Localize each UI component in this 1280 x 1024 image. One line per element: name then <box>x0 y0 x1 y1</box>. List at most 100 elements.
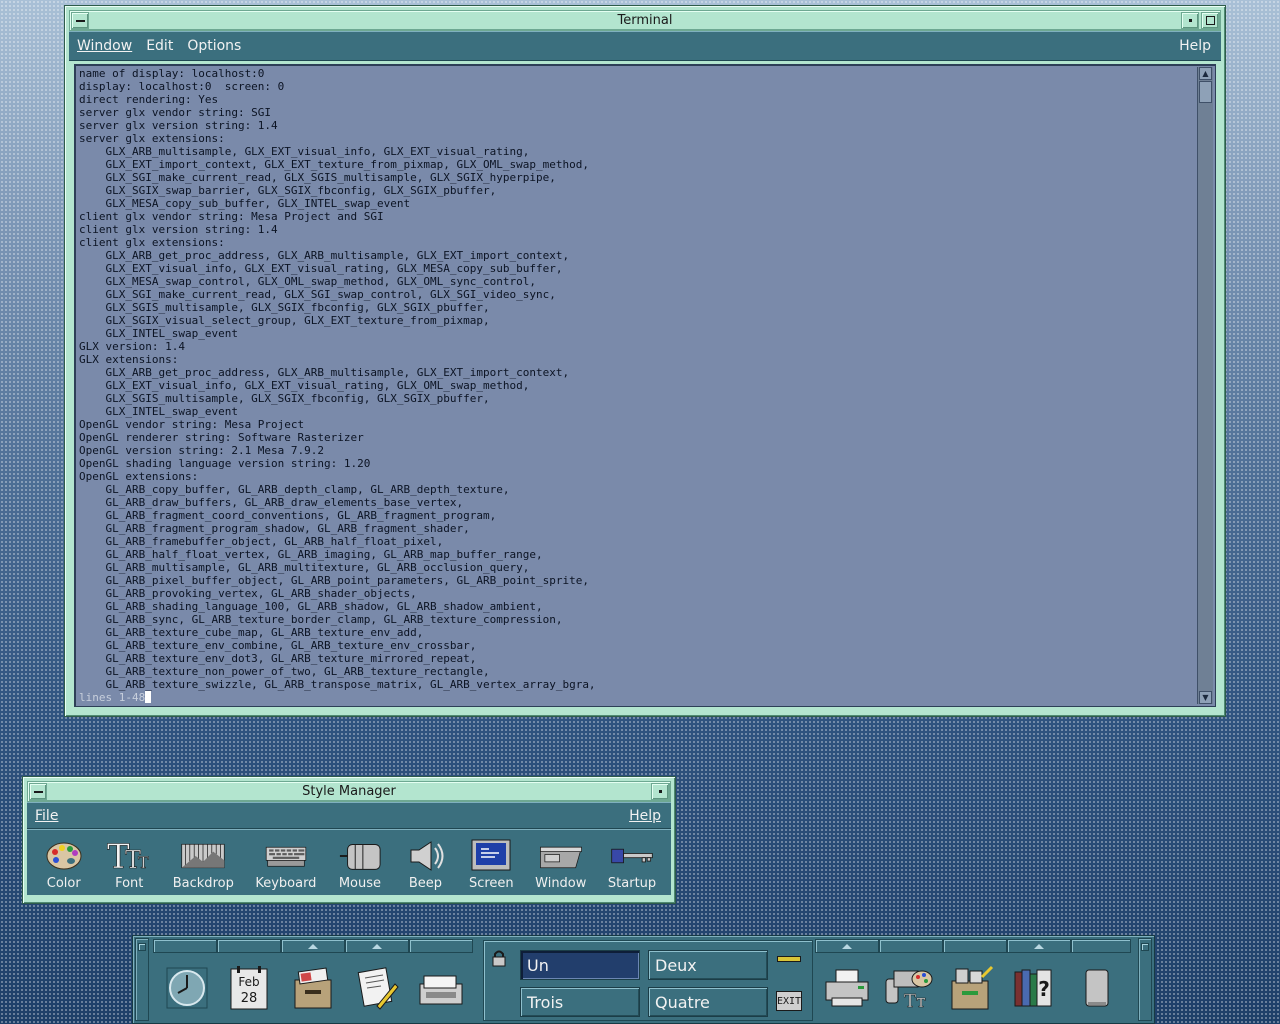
scroll-down-icon[interactable]: ▼ <box>1199 691 1212 704</box>
svg-text:T: T <box>138 853 149 872</box>
workspace-trois[interactable]: Trois <box>520 987 640 1017</box>
menu-window[interactable]: Window <box>77 38 132 54</box>
scroll-up-icon[interactable]: ▲ <box>1199 67 1212 80</box>
menu-options[interactable]: Options <box>187 38 241 54</box>
subpanel-tab-printer[interactable] <box>815 939 879 953</box>
help-glyph: ? <box>1038 977 1050 1001</box>
terminal-line: OpenGL extensions: <box>79 470 199 483</box>
sm-keyboard-button[interactable]: Keyboard <box>255 838 316 891</box>
subpanel-tab-editor[interactable] <box>345 939 409 953</box>
workspace-quatre[interactable]: Quatre <box>648 987 768 1017</box>
sm-beep-button[interactable]: Beep <box>403 838 447 891</box>
maximize-button[interactable] <box>1201 12 1219 29</box>
window-menu-icon <box>33 790 43 793</box>
subpanel-arrow-icon <box>1034 943 1044 949</box>
calendar-button[interactable]: Feb 28 <box>219 958 279 1018</box>
window-menu-icon <box>75 19 85 22</box>
subpanel-tab-calendar[interactable] <box>217 939 281 953</box>
menu-edit[interactable]: Edit <box>146 38 173 54</box>
clock-button[interactable] <box>157 958 217 1018</box>
subpanel-tab-clock[interactable] <box>153 939 217 953</box>
sm-backdrop-button[interactable]: Backdrop <box>173 838 234 891</box>
printer-button[interactable] <box>817 958 877 1018</box>
style-manager-button[interactable]: Tт <box>879 958 939 1018</box>
window-menu-button[interactable] <box>71 12 89 29</box>
scroll-thumb[interactable] <box>1199 81 1212 103</box>
sm-font-label: Font <box>115 876 144 891</box>
workspace-un[interactable]: Un <box>520 950 640 980</box>
app-manager-icon <box>951 965 994 1010</box>
busy-light-icon <box>777 956 801 962</box>
sm-color-button[interactable]: Color <box>42 838 86 891</box>
terminal-status-line: lines 1-48 <box>79 691 1191 704</box>
style-manager-titlebar[interactable]: Style Manager <box>27 781 671 802</box>
pencil-note-icon <box>357 967 399 1010</box>
speaker-icon <box>403 838 447 874</box>
file-manager-button[interactable] <box>283 958 343 1018</box>
terminal-scrollbar[interactable]: ▲ ▼ <box>1197 67 1213 704</box>
keyboard-icon <box>264 838 308 874</box>
menu-help[interactable]: Help <box>1179 38 1211 54</box>
terminal-line: GL_ARB_fragment_program_shadow, GL_ARB_f… <box>79 522 470 535</box>
terminal-titlebar[interactable]: Terminal <box>69 10 1221 31</box>
application-manager-button[interactable] <box>941 958 1001 1018</box>
terminal-text[interactable]: name of display: localhost:0 display: loc… <box>79 67 1191 704</box>
sm-window-menu-button[interactable] <box>29 783 47 800</box>
panel-minimize-icon <box>1141 943 1149 951</box>
sm-screen-button[interactable]: Screen <box>469 838 514 891</box>
front-panel-handle-left[interactable] <box>135 938 149 1021</box>
terminal-line: display: localhost:0 screen: 0 <box>79 80 285 93</box>
terminal-line: GLX_SGIX_swap_barrier, GLX_SGIX_fbconfig… <box>79 184 497 197</box>
workspace-deux[interactable]: Deux <box>648 950 768 980</box>
text-cursor <box>145 691 152 703</box>
front-panel-handle-right[interactable] <box>1138 938 1152 1021</box>
subpanel-tab-trash[interactable] <box>1071 939 1131 953</box>
subpanel-tab-mail[interactable] <box>409 939 473 953</box>
terminal-line: server glx extensions: <box>79 132 225 145</box>
sm-startup-button[interactable]: Startup <box>608 838 656 891</box>
lock-icon[interactable] <box>492 949 506 967</box>
exit-button[interactable]: EXIT <box>776 991 802 1011</box>
text-editor-button[interactable] <box>347 958 407 1018</box>
terminal-line: GL_ARB_multisample, GL_ARB_multitexture,… <box>79 561 530 574</box>
sm-minimize-button[interactable] <box>651 783 669 800</box>
menu-file[interactable]: File <box>35 808 58 824</box>
subpanel-tab-style[interactable] <box>879 939 943 953</box>
terminal-line: GL_ARB_shading_language_100, GL_ARB_shad… <box>79 600 543 613</box>
sm-mouse-button[interactable]: Mouse <box>338 838 382 891</box>
terminal-line: OpenGL version string: 2.1 Mesa 7.9.2 <box>79 444 325 457</box>
mailer-button[interactable] <box>411 958 471 1018</box>
sm-font-button[interactable]: TTT Font <box>107 838 151 891</box>
help-manager-button[interactable]: ? <box>1003 958 1063 1018</box>
subpanel-arrow-icon <box>372 943 382 949</box>
calendar-month: Feb <box>238 975 259 989</box>
terminal-line: GL_ARB_texture_swizzle, GL_ARB_transpose… <box>79 678 596 691</box>
terminal-line: OpenGL renderer string: Software Rasteri… <box>79 431 364 444</box>
subpanel-tab-files[interactable] <box>281 939 345 953</box>
sm-menu-help[interactable]: Help <box>629 808 661 824</box>
subpanel-tab-help[interactable] <box>1007 939 1071 953</box>
sm-beep-label: Beep <box>408 876 443 891</box>
sm-color-label: Color <box>46 876 81 891</box>
menu-options-label: Options <box>187 38 242 54</box>
sm-window-label: Window <box>535 876 587 891</box>
palette-icon <box>42 838 86 874</box>
style-manager-window: Style Manager File Help Color TTT Font B… <box>22 776 676 904</box>
terminal-menubar: Window Edit Options Help <box>69 31 1221 61</box>
front-panel: Feb 28 Un Deux Trois Quatre EXIT Tт ? <box>132 935 1155 1024</box>
terminal-line: GLX_EXT_visual_info, GLX_EXT_visual_rati… <box>79 379 530 392</box>
terminal-title: Terminal <box>617 13 673 28</box>
terminal-line: GL_ARB_sync, GL_ARB_texture_border_clamp… <box>79 613 563 626</box>
terminal-output-area[interactable]: name of display: localhost:0 display: loc… <box>74 64 1216 707</box>
terminal-line: GL_ARB_texture_env_combine, GL_ARB_textu… <box>79 639 477 652</box>
terminal-line: GLX_SGI_make_current_read, GLX_SGI_swap_… <box>79 288 556 301</box>
sm-window-button[interactable]: Window <box>535 838 586 891</box>
terminal-line: OpenGL vendor string: Mesa Project <box>79 418 305 431</box>
minimize-button[interactable] <box>1181 12 1199 29</box>
terminal-line: GL_ARB_copy_buffer, GL_ARB_depth_clamp, … <box>79 483 510 496</box>
subpanel-tab-apps[interactable] <box>943 939 1007 953</box>
sm-keyboard-label: Keyboard <box>255 876 317 891</box>
terminal-line: GLX_ARB_get_proc_address, GLX_ARB_multis… <box>79 366 570 379</box>
trash-button[interactable] <box>1067 958 1127 1018</box>
terminal-line: GL_ARB_texture_non_power_of_two, GL_ARB_… <box>79 665 490 678</box>
